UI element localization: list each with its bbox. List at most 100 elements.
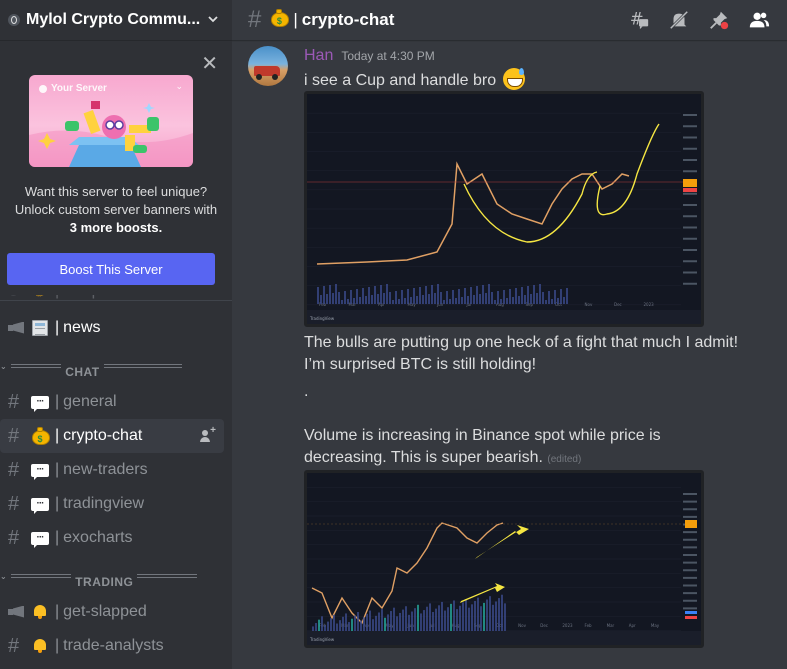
boost-promo-card: ✕ Your Server ⌄ Want this server to feel… (0, 45, 232, 295)
volume-bar (425, 286, 427, 304)
price-axis-label (683, 493, 697, 495)
channel-news[interactable]: | news (0, 311, 224, 345)
x-tick-label: 2023 (562, 623, 573, 628)
volume-bar (383, 293, 385, 304)
create-invite-icon[interactable]: + (200, 425, 216, 443)
price-axis-label (683, 136, 697, 139)
category-label: CHAT (65, 365, 100, 379)
volume-bar (527, 286, 529, 304)
volume-bar (345, 613, 347, 631)
x-tick-label: Mar (607, 623, 615, 628)
chevron-down-icon[interactable] (204, 12, 222, 29)
channel-title: crypto-chat (301, 10, 395, 29)
channel-trade-analysts[interactable]: # | trade-analysts (0, 629, 224, 663)
volume-bar (450, 603, 452, 631)
volume-bar (330, 618, 332, 631)
price-axis-label (683, 114, 697, 116)
member-list-icon[interactable] (739, 8, 779, 32)
channel-get-slapped[interactable]: | get-slapped (0, 595, 224, 629)
x-tick-label: 2023 (644, 302, 655, 307)
volume-bar (474, 600, 476, 631)
volume-bar (404, 298, 406, 304)
volume-bar (471, 604, 473, 631)
sweat-smile-emoji-icon (502, 68, 525, 90)
pin-icon[interactable] (699, 8, 739, 32)
volume-bar (530, 294, 532, 304)
category-trading[interactable]: ⌄ TRADING (0, 555, 232, 595)
volume-bar (480, 606, 482, 631)
volume-bar (492, 604, 494, 631)
price-axis-label (683, 515, 697, 518)
chart-attachment-2[interactable]: FebMarAprMayJunJulAugSepOctNovDec2023Feb… (304, 470, 704, 648)
volume-bar (465, 599, 467, 631)
close-icon[interactable]: ✕ (201, 54, 218, 74)
volume-bar (401, 290, 403, 304)
volume-badge (685, 611, 697, 614)
category-chat[interactable]: ⌄ CHAT (0, 345, 232, 385)
volume-bar (477, 597, 479, 631)
text-channel-icon: # (8, 526, 20, 549)
volume-bar (498, 598, 500, 631)
category-collapse-icon: ⌄ (0, 361, 8, 371)
channel-label: exocharts (63, 529, 133, 546)
boost-server-button[interactable]: Boost This Server (7, 253, 215, 285)
volume-bar (542, 292, 544, 304)
volume-bar (494, 300, 496, 304)
volume-bar (366, 613, 368, 631)
volume-bar (414, 608, 416, 631)
volume-bar (440, 292, 442, 304)
x-tick-label: Dec (614, 302, 622, 307)
notification-muted-icon[interactable] (659, 8, 699, 32)
volume-bar (452, 290, 454, 304)
volume-bar (318, 619, 320, 631)
x-tick-label: Apr (629, 623, 636, 628)
chart-attachment-1[interactable]: Feb Mar Apr May Jun Jul Aug Sep Oct Nov Dec 2023 Tra… (304, 91, 704, 327)
volume-bar (347, 299, 349, 304)
volume-bar (545, 300, 547, 304)
price-axis-label (683, 215, 697, 218)
channel-list: § 🤝 | our-partners | news ⌄ CHAT # (0, 280, 232, 663)
volume-bar (444, 610, 446, 631)
money-bag-icon (30, 427, 50, 445)
channel-exocharts[interactable]: # | exocharts (0, 521, 224, 555)
volume-bar (420, 613, 422, 631)
scroll-divider (0, 300, 232, 301)
volume-bar (396, 616, 398, 631)
server-header[interactable]: Mylol Crypto Commu... (0, 0, 232, 40)
price-axis-label (683, 569, 697, 572)
volume-bar (539, 284, 541, 304)
boost-line-2: Unlock custom server banners with (14, 202, 218, 217)
announcement-icon (8, 317, 30, 340)
volume-bar (357, 612, 359, 631)
channel-label: trade-analysts (63, 637, 164, 654)
threads-icon[interactable]: # (619, 8, 659, 32)
volume-bar (476, 286, 478, 304)
volume-bar (362, 288, 364, 304)
volume-bar (380, 285, 382, 304)
volume-bar (413, 288, 415, 304)
x-tick-label: Aug (452, 623, 460, 628)
channel-general[interactable]: # | general (0, 385, 224, 419)
volume-bar (485, 293, 487, 304)
channel-tradingview[interactable]: # | tradingview (0, 487, 224, 521)
avatar[interactable] (248, 46, 288, 86)
channel-crypto-chat[interactable]: # | crypto-chat + (0, 419, 224, 453)
x-tick-label: Nov (585, 302, 593, 307)
volume-bar (521, 287, 523, 304)
x-tick-label: Feb (585, 623, 593, 628)
volume-badge (685, 616, 697, 619)
volume-bar (332, 293, 334, 304)
channel-new-traders[interactable]: # | new-traders (0, 453, 224, 487)
speech-balloon-icon (30, 495, 50, 514)
price-axis-label (683, 260, 697, 263)
volume-bar (432, 612, 434, 631)
username[interactable]: Han (304, 47, 333, 65)
header-toolbar: # (619, 8, 779, 32)
volume-bar (449, 299, 451, 304)
footer-bar (307, 631, 701, 645)
x-tick-label: May (651, 623, 660, 628)
volume-bar (381, 609, 383, 631)
volume-bar (441, 601, 443, 631)
text-channel-icon: # (8, 634, 20, 657)
volume-bar (405, 606, 407, 631)
